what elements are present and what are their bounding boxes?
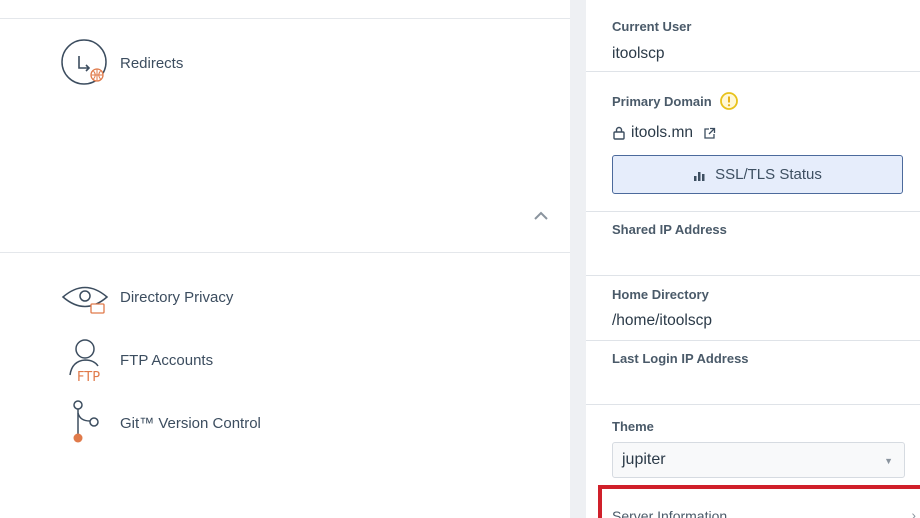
tool-directory-privacy[interactable]: Directory Privacy xyxy=(60,270,233,324)
primary-domain-label: Primary Domain xyxy=(612,94,712,109)
shared-ip-section: Shared IP Address xyxy=(586,212,920,276)
tool-directory-privacy-label: Directory Privacy xyxy=(120,288,234,306)
theme-select[interactable]: jupiter ▼ xyxy=(612,442,905,478)
current-user-label: Current User xyxy=(612,19,692,34)
external-link-icon[interactable] xyxy=(703,127,716,140)
ftp-user-icon: FTP xyxy=(60,333,114,387)
tool-redirects-label: Redirects xyxy=(120,54,184,72)
card-top-strip xyxy=(0,0,570,18)
general-information-panel: Current User itoolscp Primary Domain ito… xyxy=(586,0,920,518)
git-branch-icon xyxy=(60,396,114,450)
current-user-value: itoolscp xyxy=(612,45,665,62)
home-directory-section: Home Directory /home/itoolscp xyxy=(586,276,920,341)
theme-label: Theme xyxy=(612,419,654,434)
lock-icon xyxy=(613,126,625,140)
bar-chart-icon xyxy=(694,171,705,181)
last-login-ip-section: Last Login IP Address xyxy=(586,341,920,405)
tool-ftp-accounts[interactable]: FTP FTP Accounts xyxy=(60,333,213,387)
ssl-tls-status-label: SSL/TLS Status xyxy=(715,166,822,183)
collapse-chevron-up-icon[interactable] xyxy=(532,210,550,222)
home-directory-value: /home/itoolscp xyxy=(612,312,712,329)
select-caret-icon: ▼ xyxy=(884,456,893,466)
tool-git-version-control[interactable]: Git™ Version Control xyxy=(60,396,261,450)
primary-domain-link[interactable]: itools.mn xyxy=(631,124,693,142)
card-header-divider xyxy=(0,252,570,253)
tool-ftp-accounts-label: FTP Accounts xyxy=(120,351,214,369)
redirect-globe-icon xyxy=(60,36,114,90)
server-information-link[interactable]: Server Information › xyxy=(598,485,920,518)
current-user-section: Current User itoolscp xyxy=(586,0,920,72)
eye-folder-icon xyxy=(60,270,114,324)
server-information-label: Server Information xyxy=(612,508,728,518)
shared-ip-label: Shared IP Address xyxy=(612,222,727,237)
tool-redirects[interactable]: Redirects xyxy=(60,36,183,90)
last-login-ip-label: Last Login IP Address xyxy=(612,351,749,366)
chevron-right-icon: › xyxy=(911,507,916,518)
ssl-tls-status-button[interactable]: SSL/TLS Status xyxy=(612,155,903,194)
tool-git-version-control-label: Git™ Version Control xyxy=(120,414,261,432)
ftp-badge: FTP xyxy=(77,370,100,385)
warning-circle-icon[interactable] xyxy=(719,91,739,111)
home-directory-label: Home Directory xyxy=(612,287,709,302)
theme-select-value: jupiter xyxy=(622,451,666,468)
